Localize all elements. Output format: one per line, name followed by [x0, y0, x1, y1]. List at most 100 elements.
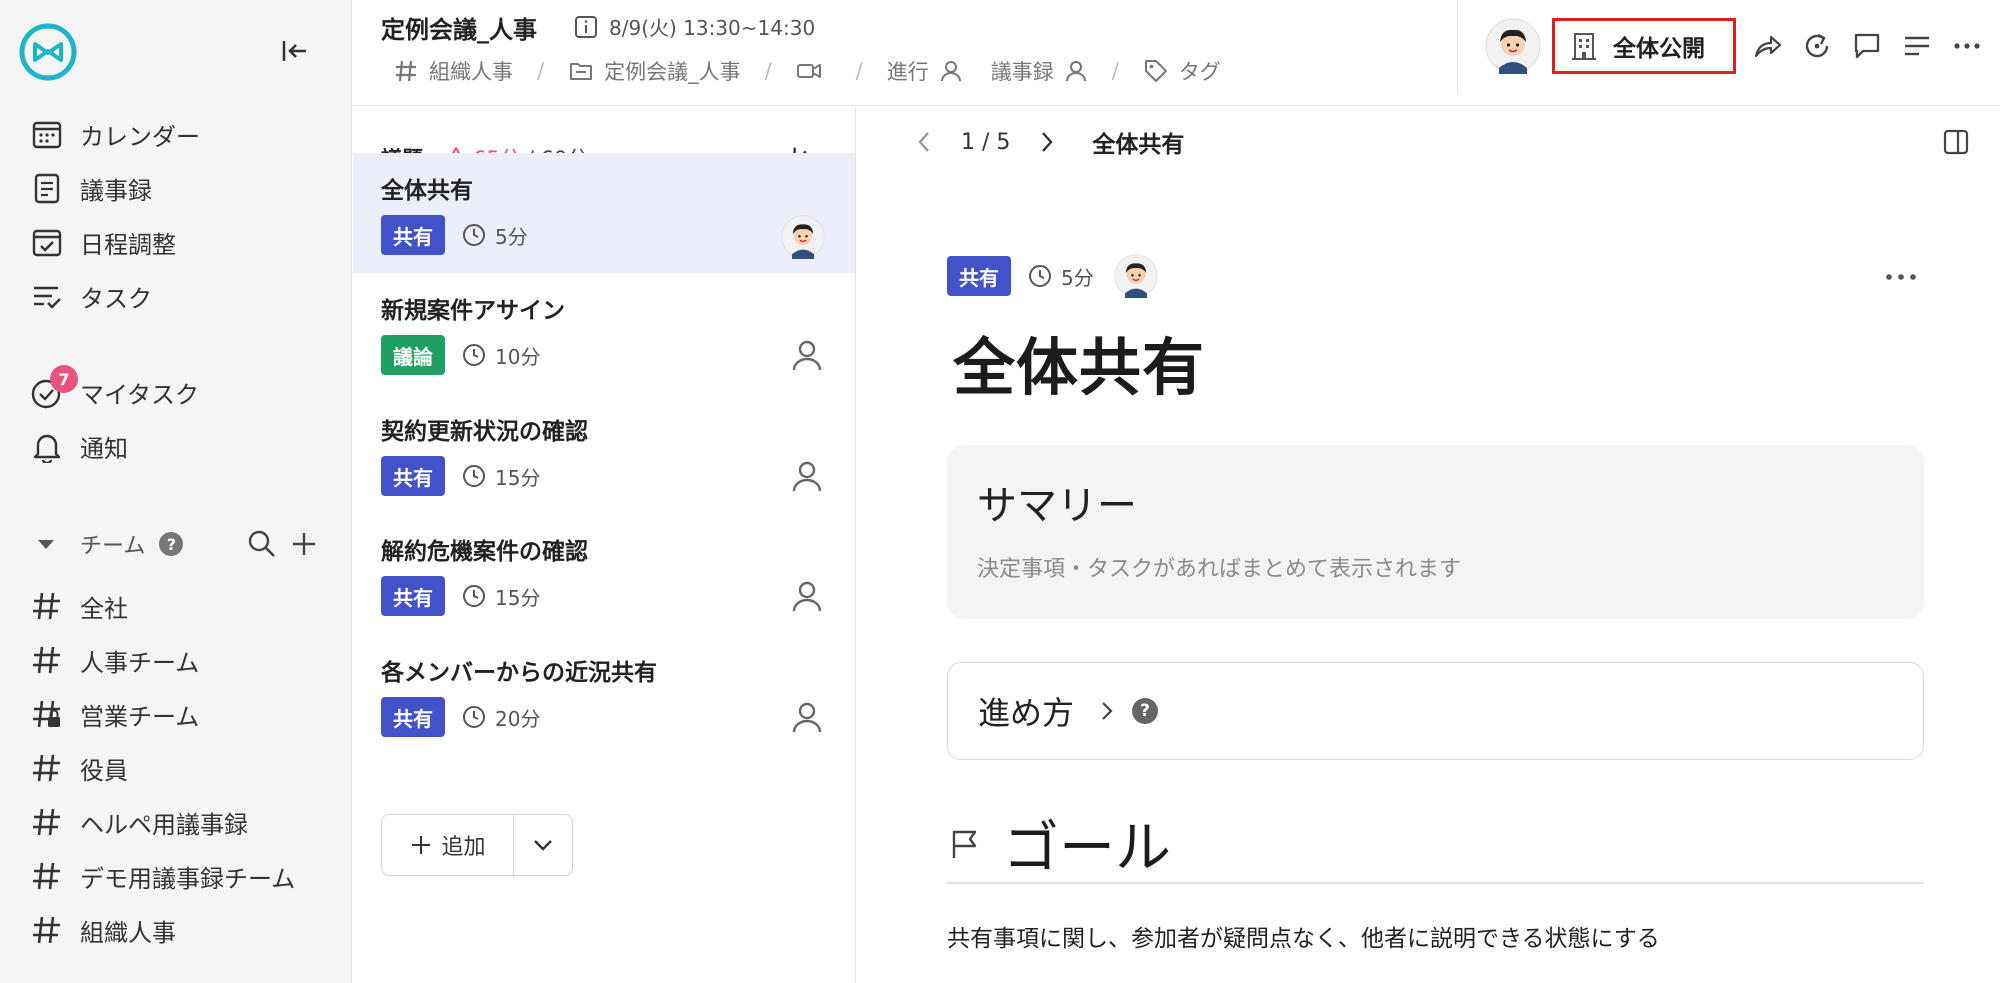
- crumb-tag[interactable]: タグ: [1179, 56, 1221, 86]
- add-agenda-button[interactable]: 追加: [382, 815, 514, 875]
- flag-icon: [947, 826, 983, 862]
- meeting-date[interactable]: 8/9(火) 13:30~14:30: [573, 12, 815, 41]
- sidebar-item-notifications[interactable]: 通知: [30, 426, 128, 466]
- agenda-item-title: 各メンバーからの近況共有: [381, 660, 657, 686]
- add-label: 追加: [441, 835, 486, 860]
- sidebar-item-team[interactable]: 組織人事: [30, 910, 176, 950]
- person-icon[interactable]: [1064, 59, 1088, 83]
- duration: 15分: [495, 585, 541, 610]
- sidebar-item-minutes[interactable]: 議事録: [30, 168, 152, 208]
- sidebar-item-label: 人事チーム: [80, 648, 200, 677]
- type-tag[interactable]: 共有: [381, 215, 445, 255]
- agenda-item[interactable]: 全体共有 共有 5分: [353, 153, 855, 273]
- type-tag[interactable]: 共有: [381, 456, 445, 496]
- summary-heading: サマリー: [977, 483, 1137, 529]
- comment-icon[interactable]: [1851, 30, 1883, 62]
- avatar[interactable]: [1114, 254, 1158, 298]
- agenda-item[interactable]: 契約更新状況の確認 共有 15分: [353, 394, 855, 514]
- agenda-detail: 1 / 5 全体共有 共有 5分 全体共有 サマリー 決定事項・タスクがあればま…: [857, 107, 2000, 983]
- sidebar-item-label: 日程調整: [80, 230, 176, 259]
- pager-count: 1 / 5: [961, 129, 1011, 155]
- publish-visibility-button[interactable]: 全体公開: [1552, 18, 1736, 74]
- goal-text[interactable]: 共有事項に関し、参加者が疑問点なく、他者に説明できる状態にする: [947, 919, 1660, 953]
- publish-label: 全体公開: [1613, 36, 1705, 62]
- sidebar-item-team[interactable]: 役員: [30, 748, 128, 788]
- type-tag[interactable]: 共有: [381, 697, 445, 737]
- crumb-folder[interactable]: 定例会議_人事: [604, 56, 741, 86]
- crumb-facilitator[interactable]: 進行: [887, 56, 929, 86]
- task-list-icon: [30, 279, 64, 313]
- divider: [947, 882, 1924, 884]
- goal-heading-text: ゴール: [1003, 816, 1171, 881]
- duration[interactable]: 5分: [1061, 262, 1094, 291]
- check-circle-icon: 7: [30, 365, 78, 409]
- search-icon[interactable]: [246, 528, 278, 560]
- outline-list-icon[interactable]: [1901, 30, 1933, 62]
- type-tag[interactable]: 共有: [381, 576, 445, 616]
- clock-icon: [1027, 263, 1053, 289]
- plus-icon[interactable]: [288, 528, 320, 560]
- clock-icon: [461, 342, 487, 368]
- chevron-right-icon[interactable]: [1032, 127, 1062, 157]
- sidebar-item-calendar[interactable]: カレンダー: [30, 114, 200, 154]
- sidebar-item-team[interactable]: デモ用議事録チーム: [30, 856, 295, 896]
- person-icon[interactable]: [789, 458, 825, 494]
- hash-icon: [393, 58, 419, 84]
- pager-title: 全体共有: [1092, 132, 1185, 158]
- folder-icon: [568, 58, 594, 84]
- caret-down-icon[interactable]: [38, 539, 54, 549]
- sidebar: カレンダー 議事録 日程調整 タスク 7 マイタスク 通知 チーム ? 全社 人…: [0, 0, 352, 983]
- bell-icon: [30, 429, 64, 463]
- sidebar-item-label: 組織人事: [80, 918, 176, 947]
- sidebar-item-team[interactable]: ヘルペ用議事録: [30, 802, 248, 842]
- more-horizontal-icon[interactable]: [1881, 265, 1921, 289]
- crumb-minutes[interactable]: 議事録: [991, 56, 1054, 86]
- help-icon[interactable]: ?: [159, 532, 184, 556]
- info-calendar-icon: [573, 14, 599, 40]
- meeting-title[interactable]: 定例会議_人事: [381, 10, 537, 45]
- sidebar-item-label: 役員: [80, 756, 128, 785]
- clock-icon: [461, 463, 487, 489]
- type-tag[interactable]: 共有: [947, 256, 1011, 296]
- add-options-dropdown[interactable]: [514, 815, 572, 875]
- app-logo-icon[interactable]: [18, 22, 78, 82]
- sidebar-item-mytask[interactable]: 7 マイタスク: [30, 365, 199, 412]
- add-agenda-group: 追加: [381, 814, 573, 876]
- sidebar-item-tasks[interactable]: タスク: [30, 276, 152, 316]
- split-view-icon[interactable]: [1941, 127, 1971, 157]
- duration: 15分: [495, 465, 541, 490]
- sidebar-collapse-icon[interactable]: [278, 34, 312, 68]
- sidebar-item-label: カレンダー: [80, 122, 200, 151]
- agenda-item[interactable]: 新規案件アサイン 議論 10分: [353, 273, 855, 393]
- team-section-label: チーム: [80, 534, 146, 559]
- proceed-label: 進め方: [978, 694, 1075, 732]
- person-icon[interactable]: [789, 337, 825, 373]
- proceed-section[interactable]: 進め方 ?: [947, 662, 1924, 760]
- sidebar-item-team[interactable]: 人事チーム: [30, 640, 199, 680]
- video-icon[interactable]: [796, 58, 822, 84]
- refresh-icon[interactable]: [1801, 30, 1833, 62]
- clock-icon: [461, 704, 487, 730]
- crumb-channel[interactable]: 組織人事: [429, 56, 513, 86]
- agenda-item[interactable]: 解約危機案件の確認 共有 15分: [353, 514, 855, 634]
- person-icon[interactable]: [939, 59, 963, 83]
- avatar[interactable]: [781, 215, 825, 259]
- sidebar-item-team[interactable]: 全社: [30, 586, 128, 626]
- type-tag[interactable]: 議論: [381, 335, 445, 375]
- chevron-left-icon[interactable]: [909, 127, 939, 157]
- sidebar-item-label: 全社: [80, 594, 128, 623]
- sidebar-item-schedule[interactable]: 日程調整: [30, 222, 176, 262]
- sidebar-item-label: デモ用議事録チーム: [80, 864, 296, 893]
- agenda-title[interactable]: 全体共有: [953, 317, 1205, 407]
- person-icon[interactable]: [789, 578, 825, 614]
- document-icon: [30, 171, 64, 205]
- avatar[interactable]: [1485, 18, 1541, 74]
- more-horizontal-icon[interactable]: [1951, 30, 1983, 62]
- sidebar-item-team[interactable]: 営業チーム: [30, 694, 199, 734]
- share-arrow-icon[interactable]: [1751, 30, 1783, 62]
- person-icon[interactable]: [789, 699, 825, 735]
- sidebar-item-label: 営業チーム: [80, 702, 200, 731]
- agenda-item[interactable]: 各メンバーからの近況共有 共有 20分: [353, 635, 855, 755]
- help-icon[interactable]: ?: [1132, 698, 1159, 724]
- chevron-down-icon: [534, 840, 552, 851]
